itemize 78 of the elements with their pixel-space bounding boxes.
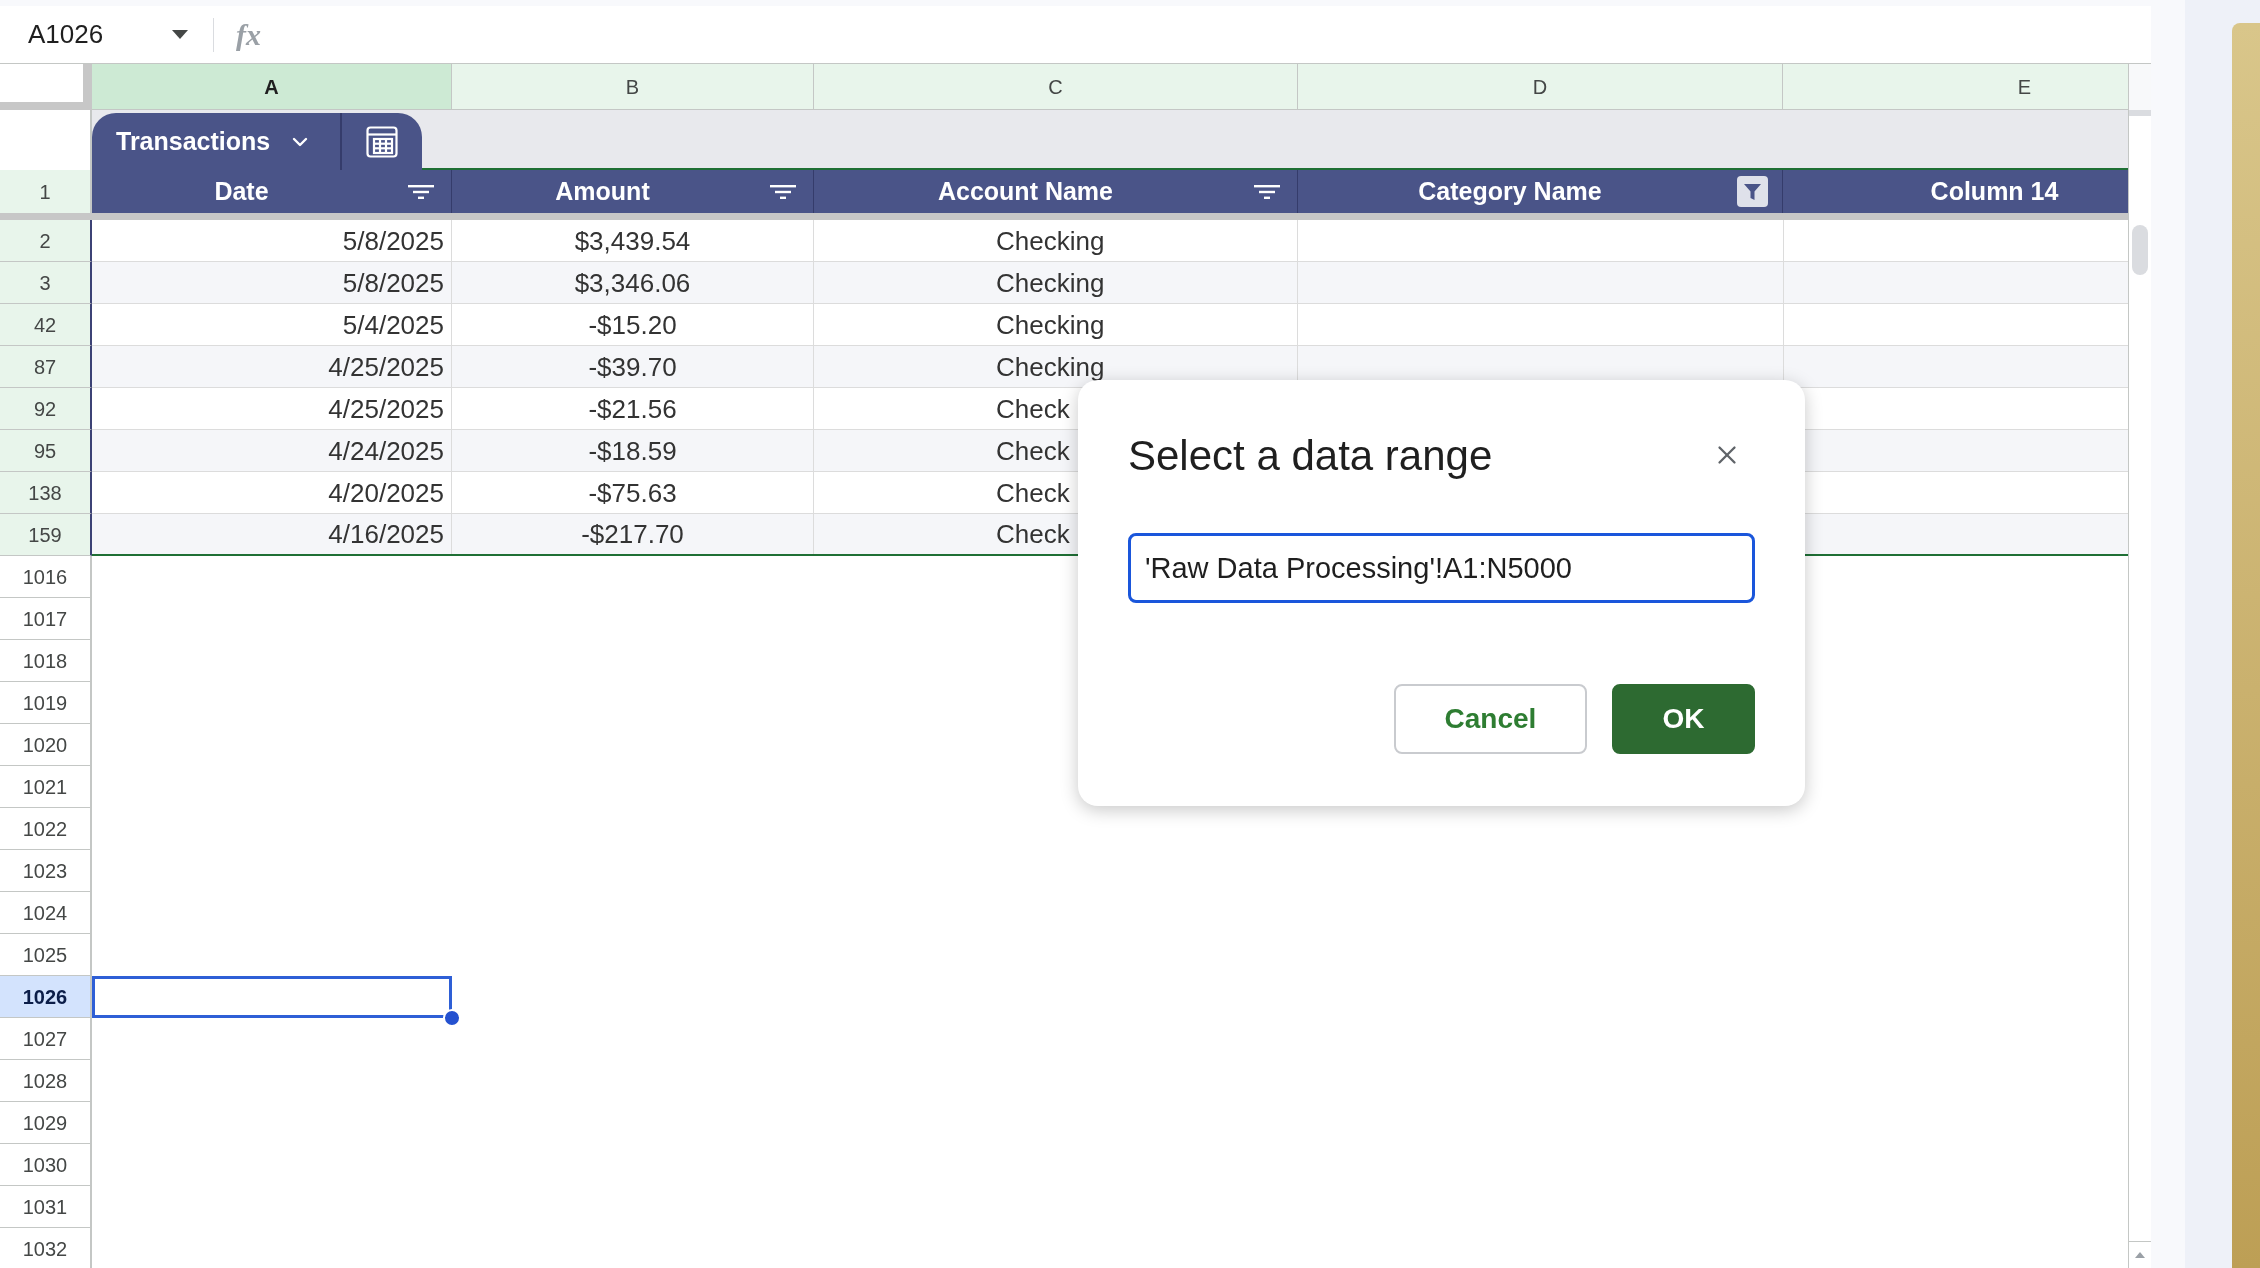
- row-header[interactable]: 2: [0, 220, 92, 262]
- column-header[interactable]: A: [92, 64, 452, 110]
- row-header[interactable]: 1031: [0, 1186, 92, 1228]
- scroll-up-arrow-icon[interactable]: [2135, 1252, 2145, 1258]
- row-header[interactable]: 95: [0, 430, 92, 472]
- column-header[interactable]: E: [1783, 64, 2128, 110]
- table-cell: $3,346.06: [574, 269, 691, 296]
- table-cell: -$15.20: [588, 311, 677, 338]
- column-header[interactable]: B: [452, 64, 814, 110]
- table-cell: -$21.56: [588, 395, 677, 422]
- table-cell: 4/20/2025: [328, 479, 444, 506]
- row-header[interactable]: 1026: [0, 976, 92, 1018]
- table-cell: Check: [996, 521, 1070, 547]
- table-cell: Checking: [996, 353, 1105, 380]
- filter-lines-icon[interactable]: [770, 184, 796, 199]
- freeze-handle[interactable]: [0, 102, 83, 110]
- name-box[interactable]: A1026: [0, 12, 200, 57]
- row-header[interactable]: 1023: [0, 850, 92, 892]
- row-header[interactable]: 42: [0, 304, 92, 346]
- column-header[interactable]: D: [1298, 64, 1783, 110]
- table-cell: -$217.70: [581, 521, 684, 547]
- column-header[interactable]: C: [814, 64, 1298, 110]
- table-cell: Check: [996, 395, 1070, 422]
- table-cell: -$75.63: [588, 479, 677, 506]
- table-name-button[interactable]: Transactions: [92, 113, 340, 170]
- filter-lines-icon[interactable]: [408, 184, 434, 199]
- table-header-cell-text: Date: [214, 175, 269, 207]
- row-header[interactable]: 1028: [0, 1060, 92, 1102]
- table-cell: 5/8/2025: [342, 227, 444, 254]
- table-cell: 5/8/2025: [342, 269, 444, 296]
- row-header[interactable]: 3: [0, 262, 92, 304]
- table-view-button[interactable]: [340, 113, 422, 170]
- row-header[interactable]: 1025: [0, 934, 92, 976]
- row-header[interactable]: 1030: [0, 1144, 92, 1186]
- funnel-icon[interactable]: [1736, 176, 1768, 207]
- table-cell: 5/4/2025: [342, 311, 444, 338]
- scrollbar-thumb[interactable]: [2132, 225, 2148, 275]
- row-header[interactable]: 1022: [0, 808, 92, 850]
- row-header[interactable]: 1029: [0, 1102, 92, 1144]
- table-cell: -$39.70: [588, 353, 677, 380]
- table-header-cell-text: Amount: [555, 175, 650, 207]
- caret-down-icon[interactable]: [172, 30, 188, 39]
- table-cell: 4/16/2025: [328, 521, 444, 547]
- row-header[interactable]: 1016: [0, 556, 92, 598]
- table-cell: Check: [996, 437, 1070, 464]
- filter-lines-icon[interactable]: [1254, 184, 1280, 199]
- table-cell: -$18.59: [588, 437, 677, 464]
- row-header[interactable]: 138: [0, 472, 92, 514]
- fill-handle[interactable]: [443, 1009, 461, 1027]
- formula-label: fx: [236, 19, 261, 50]
- row-header[interactable]: 1018: [0, 640, 92, 682]
- table-header-cell-text: Column 14: [1930, 175, 2059, 207]
- freeze-handle[interactable]: [83, 64, 92, 110]
- table-cell: Check: [996, 479, 1070, 506]
- row-header[interactable]: 159: [0, 514, 92, 556]
- table-cell: 4/25/2025: [328, 353, 444, 380]
- row-header[interactable]: 1019: [0, 682, 92, 724]
- cancel-button[interactable]: Cancel: [1394, 684, 1587, 754]
- range-input[interactable]: 'Raw Data Processing'!A1:N5000: [1128, 533, 1755, 603]
- table-cell: Checking: [996, 227, 1105, 254]
- row-header[interactable]: 1: [0, 170, 92, 213]
- table-cell: 4/25/2025: [328, 395, 444, 422]
- row-header[interactable]: 1020: [0, 724, 92, 766]
- row-header[interactable]: 1021: [0, 766, 92, 808]
- row-header[interactable]: 92: [0, 388, 92, 430]
- row-header[interactable]: 1027: [0, 1018, 92, 1060]
- table-cell: Checking: [996, 311, 1105, 338]
- dialog-title: Select a data range: [1128, 430, 1493, 481]
- row-header[interactable]: 87: [0, 346, 92, 388]
- table-header-cell-text: Account Name: [937, 175, 1113, 207]
- row-header[interactable]: 1024: [0, 892, 92, 934]
- row-header[interactable]: 1017: [0, 598, 92, 640]
- table-header-cell-text: Category Name: [1418, 175, 1602, 207]
- ok-button[interactable]: OK: [1612, 684, 1755, 754]
- table-cell: 4/24/2025: [328, 437, 444, 464]
- table-cell: $3,439.54: [574, 227, 691, 254]
- grid-icon[interactable]: [366, 125, 398, 158]
- table-cell: Checking: [996, 269, 1105, 296]
